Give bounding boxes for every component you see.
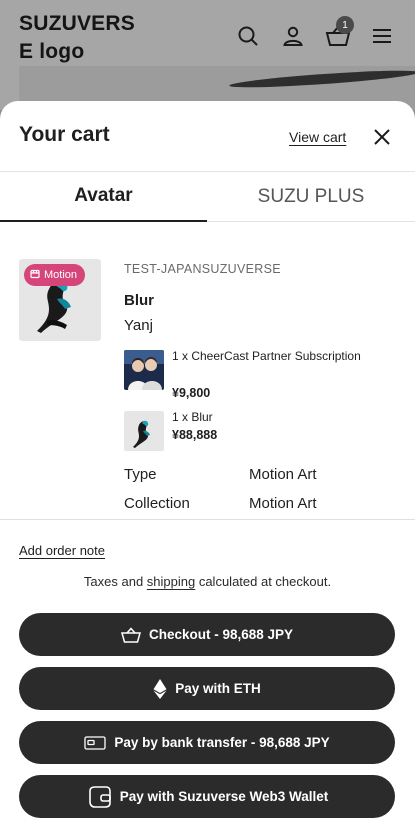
tab-avatar[interactable]: Avatar [0, 172, 207, 222]
basket-icon [120, 626, 141, 643]
cart-items: Motion TEST-JAPANSUZUVERSE Blur Yanj 1 x… [0, 222, 415, 522]
add-order-note-link[interactable]: Add order note [19, 543, 105, 558]
motion-badge: Motion [24, 264, 86, 286]
account-icon[interactable] [277, 18, 309, 54]
site-header: SUZUVERS E logo 1 [0, 0, 415, 110]
bundle-item-name: 1 x Blur [172, 410, 213, 424]
checkout-button-label: Checkout - 98,688 JPY [148, 627, 294, 642]
tab-suzu-plus[interactable]: SUZU PLUS [207, 172, 415, 222]
property-key: Type [124, 466, 157, 483]
web3-wallet-button[interactable]: Pay with Suzuverse Web3 Wallet [19, 775, 395, 818]
tax-note-suffix: calculated at checkout. [195, 574, 332, 589]
property-value: Motion Art [249, 495, 317, 512]
bank-transfer-button[interactable]: Pay by bank transfer - 98,688 JPY [19, 721, 395, 764]
shipping-link[interactable]: shipping [147, 574, 195, 589]
web3-wallet-label: Pay with Suzuverse Web3 Wallet [119, 789, 329, 804]
cart-drawer: Your cart View cart Avatar SUZU PLUS Mot… [0, 101, 415, 830]
logo-line-1: SUZUVERS [19, 12, 135, 35]
checkout-button[interactable]: Checkout - 98,688 JPY [19, 613, 395, 656]
view-cart-link[interactable]: View cart [289, 129, 346, 145]
wallet-icon [86, 785, 112, 809]
cart-tabs: Avatar SUZU PLUS [0, 171, 415, 222]
property-key: Collection [124, 495, 190, 512]
tax-note-prefix: Taxes and [83, 574, 147, 589]
menu-icon[interactable] [366, 18, 398, 54]
bank-transfer-label: Pay by bank transfer - 98,688 JPY [114, 735, 330, 750]
motion-badge-label: Motion [44, 269, 78, 281]
pay-with-eth-label: Pay with ETH [175, 681, 261, 696]
cart-count-badge: 1 [336, 16, 354, 34]
bundle-item-price: ¥88,888 [172, 428, 218, 442]
property-value: Motion Art [249, 466, 317, 483]
bundle-thumbnail-blur [124, 411, 164, 451]
cart-icon[interactable]: 1 [322, 16, 354, 54]
pay-with-eth-button[interactable]: Pay with ETH [19, 667, 395, 710]
bundle-item-name: 1 x CheerCast Partner Subscription [172, 349, 361, 363]
drawer-title: Your cart [19, 123, 110, 146]
hero-brush-stroke [228, 67, 415, 91]
motion-icon [30, 269, 40, 282]
site-logo[interactable]: SUZUVERS E logo [19, 10, 135, 66]
product-vendor: TEST-JAPANSUZUVERSE [124, 262, 281, 276]
product-title[interactable]: Blur [124, 292, 154, 309]
cart-footer: Add order note Taxes and shipping calcul… [0, 519, 415, 830]
logo-line-2: E logo [19, 40, 85, 63]
bundle-thumbnail-cheercast [124, 350, 164, 390]
close-icon[interactable] [370, 125, 394, 149]
search-icon[interactable] [232, 18, 264, 54]
product-artist: Yanj [124, 317, 153, 334]
bundle-item-price: ¥9,800 [172, 386, 211, 400]
drawer-header: Your cart View cart [0, 101, 415, 171]
ethereum-icon [153, 678, 167, 699]
bank-card-icon [84, 735, 106, 750]
product-thumbnail[interactable]: Motion [19, 259, 101, 341]
tax-note: Taxes and shipping calculated at checkou… [0, 574, 415, 589]
